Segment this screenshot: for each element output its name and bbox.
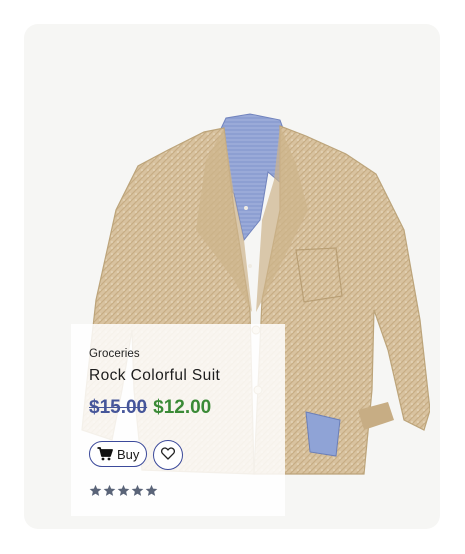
product-info-panel: Groceries Rock Colorful Suit $15.00 $12.0… xyxy=(71,324,285,516)
price-row: $15.00 $12.00 xyxy=(89,397,211,419)
new-price: $12.00 xyxy=(153,397,212,418)
wishlist-button[interactable] xyxy=(153,440,183,470)
star-icon xyxy=(131,484,144,496)
rating-stars xyxy=(89,484,158,497)
buy-button[interactable]: Buy xyxy=(89,441,148,467)
star-icon xyxy=(145,484,158,496)
star-icon xyxy=(117,484,130,496)
heart-icon xyxy=(160,447,176,463)
star-icon xyxy=(89,484,102,496)
star-icon xyxy=(103,484,116,496)
buy-button-label: Buy xyxy=(117,446,140,462)
cart-icon xyxy=(97,447,113,461)
product-name[interactable]: Rock Colorful Suit xyxy=(89,367,220,385)
product-card[interactable]: Groceries Rock Colorful Suit $15.00 $12.0… xyxy=(24,24,440,529)
old-price: $15.00 xyxy=(89,397,148,418)
product-category[interactable]: Groceries xyxy=(89,348,140,360)
